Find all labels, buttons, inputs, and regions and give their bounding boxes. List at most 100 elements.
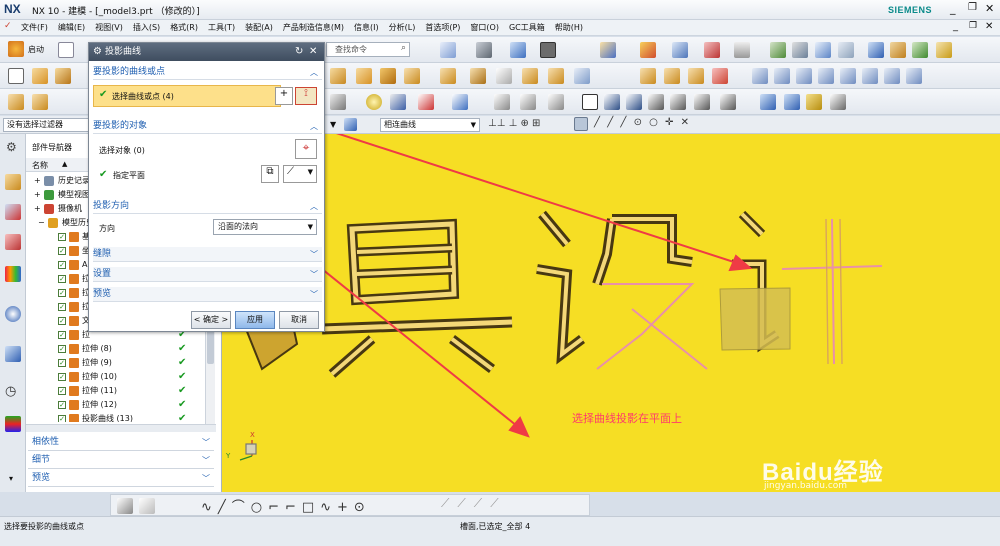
menu-item[interactable]: 帮助(H) (550, 20, 588, 36)
sketch-curve-icons[interactable]: ∿╱⌒○⌐⌐□∿+⊙ (201, 496, 371, 515)
settings-icon[interactable]: ⚙ (93, 43, 102, 61)
section-gap-header[interactable]: 缝隙 ﹀ (93, 247, 322, 262)
split-body-icon[interactable] (664, 68, 680, 84)
snap-point-icons[interactable]: ⊥⊥ ⊥ ⊕ ⊞ (488, 118, 540, 129)
section-objects-header[interactable]: 要投影的对象 ︿ (93, 119, 322, 134)
triangle-icon[interactable] (582, 94, 598, 110)
minimize-icon[interactable]: _ (950, 2, 956, 15)
tolerance-icon[interactable] (720, 94, 736, 110)
sew-icon[interactable] (884, 68, 900, 84)
section-preview-header[interactable]: 预览 ﹀ (93, 287, 322, 302)
mold-tool-icon[interactable] (868, 42, 884, 58)
assembly-icon[interactable] (770, 42, 786, 58)
plane-dialog-icon[interactable]: ⧉ (261, 165, 279, 183)
measure-icon[interactable] (734, 42, 750, 58)
history-icon[interactable] (5, 346, 21, 362)
clock-icon[interactable]: ◷ (5, 384, 16, 399)
navigator-section-0[interactable]: 相依性 ﹀ (28, 434, 214, 451)
edit-object-icon[interactable] (672, 42, 688, 58)
slot-icon[interactable] (440, 68, 456, 84)
pen-icon[interactable] (784, 94, 800, 110)
table-icon[interactable] (604, 94, 620, 110)
tree-row[interactable]: ✓ ✔ 拉伸 (9) (26, 356, 204, 370)
menu-item[interactable]: 产品制造信息(M) (278, 20, 349, 36)
dialog-close-icon[interactable]: ✕ (309, 43, 317, 61)
checker-icon[interactable] (912, 42, 928, 58)
ok-button[interactable]: < 确定 > (191, 311, 231, 329)
direction-select[interactable]: 沿面的法向 ▼ (213, 219, 317, 235)
pad-icon[interactable] (404, 68, 420, 84)
menu-item[interactable]: 格式(R) (165, 20, 203, 36)
constraint-icon[interactable] (815, 42, 831, 58)
add-curve-icon[interactable]: + (275, 87, 293, 105)
mesh-icon[interactable] (796, 68, 812, 84)
reset-icon[interactable]: ↻ (295, 43, 303, 61)
menu-item[interactable]: 工具(T) (203, 20, 240, 36)
snap-type-icons[interactable]: ╱ ╱ ╱ ⊙ ○ ✛ ✕ (594, 117, 691, 128)
restore-icon[interactable]: ❐ (968, 2, 977, 13)
subtract-icon[interactable] (712, 68, 728, 84)
menu-item[interactable]: 插入(S) (128, 20, 165, 36)
start-button[interactable]: 启动 (28, 44, 44, 55)
join-icon[interactable] (520, 94, 536, 110)
axis-icon[interactable] (418, 94, 434, 110)
surface-icon[interactable] (752, 68, 768, 84)
offset-curve-icon[interactable] (330, 94, 346, 110)
menu-item[interactable]: 编辑(E) (53, 20, 90, 36)
menu-item[interactable]: 装配(A) (240, 20, 278, 36)
tree-row[interactable]: ✓ ✔ 拉伸 (8) (26, 342, 204, 356)
hammer-icon[interactable] (890, 42, 906, 58)
doc-restore-icon[interactable]: ❐ (969, 21, 977, 31)
point-icon[interactable] (452, 94, 468, 110)
horizontal-scrollbar[interactable] (26, 424, 216, 432)
section-curves-header[interactable]: 要投影的曲线或点 ︿ (93, 65, 322, 80)
expand-node-icon[interactable]: − (38, 216, 45, 230)
menu-item[interactable]: 首选项(P) (420, 20, 465, 36)
visibility-checkbox[interactable]: ✓ (58, 289, 66, 297)
start-icon[interactable] (8, 41, 24, 57)
datum-plane-icon[interactable] (32, 94, 48, 110)
expand-node-icon[interactable]: + (34, 174, 41, 188)
tree-row[interactable]: ✓ ✔ 拉伸 (12) (26, 398, 204, 412)
menu-item[interactable]: 文件(F) (16, 20, 53, 36)
tree-row[interactable]: ✓ ✔ 投影曲线 (13) (26, 412, 204, 422)
sphere-icon[interactable] (366, 94, 382, 110)
new-icon[interactable] (58, 42, 74, 58)
constraint-navigator-icon[interactable] (5, 234, 21, 250)
datum-icon[interactable] (8, 94, 24, 110)
doc-minimize-icon[interactable]: _ (953, 21, 958, 32)
fit-view-icon[interactable] (440, 42, 456, 58)
snap-enable-icon[interactable] (574, 117, 588, 131)
part-navigator-icon[interactable] (5, 174, 21, 190)
trim-body-icon[interactable] (640, 68, 656, 84)
expand-icon[interactable]: ▾ (9, 474, 13, 483)
layer-icon[interactable] (640, 42, 656, 58)
filter-options-icon[interactable]: ▼ (330, 120, 336, 129)
curve-selector-icon[interactable]: ⟟ (295, 87, 317, 105)
view-orient-icon[interactable] (510, 42, 526, 58)
sketch-plane-icon[interactable] (139, 498, 155, 514)
text-icon[interactable] (548, 94, 564, 110)
gear-icon[interactable]: ⚙ (6, 140, 17, 154)
project-curve-icon[interactable] (390, 94, 406, 110)
menu-item[interactable]: 分析(L) (384, 20, 421, 36)
visibility-checkbox[interactable]: ✓ (58, 233, 66, 241)
sketch-constraint-icons[interactable]: ⟋⟋⟋⟋ (441, 496, 507, 511)
menu-item[interactable]: GC工具箱 (504, 20, 550, 36)
visibility-checkbox[interactable]: ✓ (58, 373, 66, 381)
visibility-checkbox[interactable]: ✓ (58, 303, 66, 311)
thread-icon[interactable] (496, 68, 512, 84)
close-icon[interactable]: ✕ (985, 2, 994, 15)
visibility-checkbox[interactable]: ✓ (58, 345, 66, 353)
revolve-icon[interactable] (55, 68, 71, 84)
component-icon[interactable] (792, 42, 808, 58)
section-direction-header[interactable]: 投影方向 ︿ (93, 199, 322, 214)
section-settings-header[interactable]: 设置 ﹀ (93, 267, 322, 282)
gear-tool-icon[interactable] (936, 42, 952, 58)
boss-icon[interactable] (356, 68, 372, 84)
menu-item[interactable]: 信息(I) (349, 20, 384, 36)
sketch-icon[interactable] (8, 68, 24, 84)
hole-icon[interactable] (330, 68, 346, 84)
visibility-checkbox[interactable]: ✓ (58, 261, 66, 269)
doc-close-icon[interactable]: ✕ (985, 21, 993, 32)
